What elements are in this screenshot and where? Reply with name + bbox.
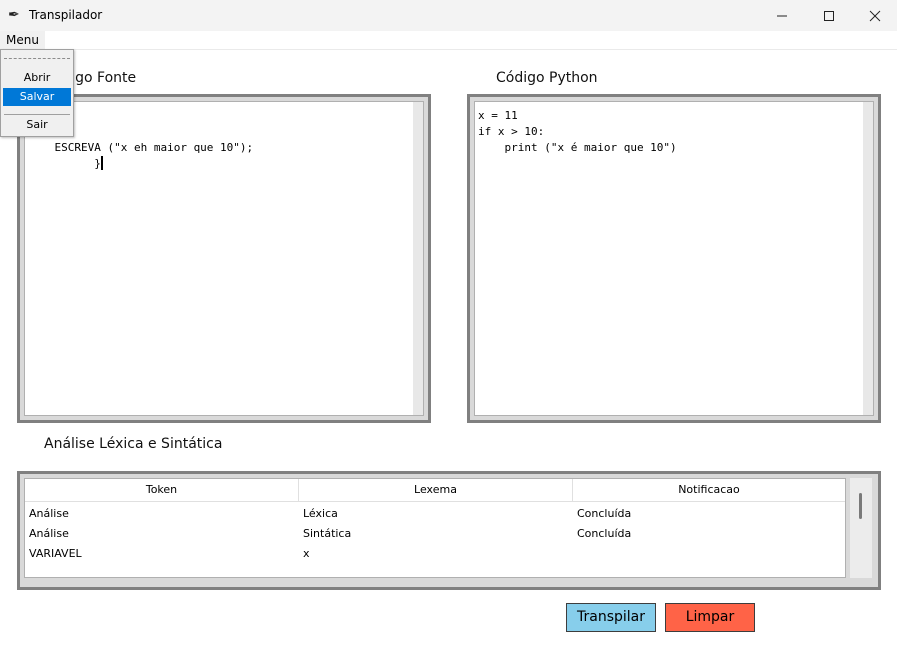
python-scrollbar[interactable] — [863, 102, 873, 415]
scrollbar-thumb[interactable] — [859, 493, 862, 519]
menu-button[interactable]: Menu — [0, 31, 45, 49]
window-title: Transpilador — [29, 8, 103, 22]
maximize-icon — [824, 10, 834, 21]
cell-lexema: x — [303, 547, 310, 560]
column-header-notificacao[interactable]: Notificacao — [573, 479, 845, 502]
source-code-editor[interactable]: ; 10{ ESCREVA ("x eh maior que 10"); } — [24, 101, 424, 416]
title-bar: ✒ Transpilador — [0, 0, 897, 31]
clear-button[interactable]: Limpar — [665, 603, 755, 632]
source-scrollbar[interactable] — [413, 102, 423, 415]
cell-token: Análise — [29, 527, 69, 540]
menu-item-salvar[interactable]: Salvar — [3, 88, 71, 106]
cell-lexema: Sintática — [303, 527, 352, 540]
analysis-label: Análise Léxica e Sintática — [44, 436, 223, 452]
maximize-button[interactable] — [806, 0, 852, 31]
menu-separator — [4, 114, 70, 115]
column-header-lexema[interactable]: Lexema — [299, 479, 573, 502]
python-code-text: x = 11 if x > 10: print ("x é maior que … — [478, 109, 677, 154]
cell-notificacao: Concluída — [577, 507, 632, 520]
cell-token: VARIAVEL — [29, 547, 82, 560]
analysis-scrollbar[interactable] — [850, 478, 872, 578]
python-code-label: Código Python — [496, 70, 598, 86]
cell-lexema: Léxica — [303, 507, 338, 520]
menu-item-sair[interactable]: Sair — [3, 116, 71, 134]
close-button[interactable] — [852, 0, 897, 31]
minimize-button[interactable] — [759, 0, 805, 31]
analysis-panel: Token Lexema Notificacao Análise Léxica … — [17, 471, 881, 590]
python-code-editor[interactable]: x = 11 if x > 10: print ("x é maior que … — [474, 101, 874, 416]
source-code-panel: ; 10{ ESCREVA ("x eh maior que 10"); } — [17, 94, 431, 423]
transpile-button[interactable]: Transpilar — [566, 603, 656, 632]
feather-icon: ✒ — [8, 7, 20, 23]
menu-dropdown: Abrir Salvar Sair — [0, 49, 74, 137]
cell-notificacao: Concluída — [577, 527, 632, 540]
minimize-icon — [777, 15, 787, 16]
close-icon — [869, 10, 881, 21]
cell-token: Análise — [29, 507, 69, 520]
menu-bar: Menu — [0, 31, 897, 50]
analysis-table[interactable]: Token Lexema Notificacao Análise Léxica … — [24, 478, 846, 578]
tearoff-line[interactable] — [4, 58, 70, 59]
menu-item-abrir[interactable]: Abrir — [3, 69, 71, 87]
python-code-panel: x = 11 if x > 10: print ("x é maior que … — [467, 94, 881, 423]
text-cursor — [100, 156, 103, 170]
column-header-token[interactable]: Token — [25, 479, 299, 502]
